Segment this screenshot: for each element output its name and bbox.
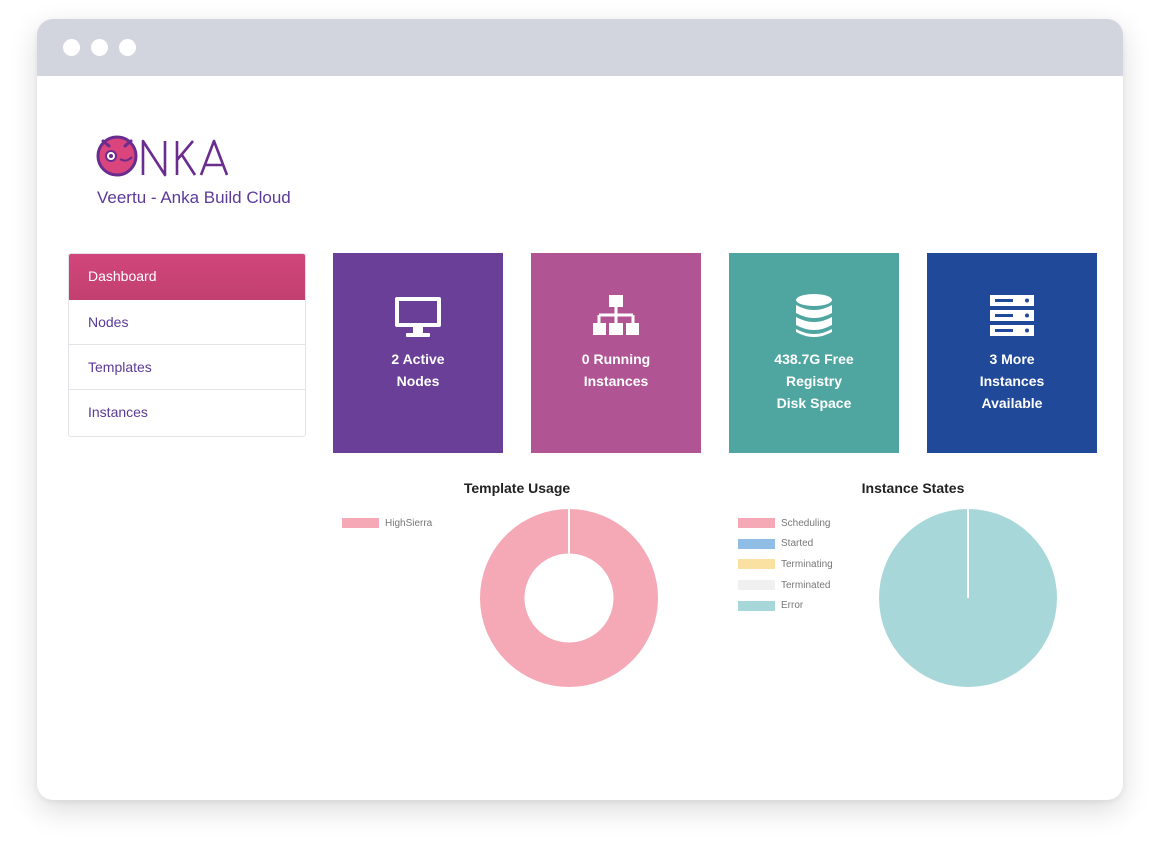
monitor-icon (395, 297, 441, 337)
instance-states-pie-chart[interactable] (878, 507, 1068, 697)
window-dot-icon[interactable] (63, 39, 80, 56)
server-icon (990, 295, 1034, 336)
app-subtitle: Veertu - Anka Build Cloud (97, 188, 291, 207)
browser-window: Veertu - Anka Build Cloud Dashboard Node… (37, 19, 1123, 800)
logo-wordmark (141, 139, 229, 177)
legend-label: Error (781, 600, 804, 612)
registry-disk-card[interactable]: 438.7G Free Registry Disk Space (729, 253, 899, 453)
legend-item[interactable]: Error (738, 595, 833, 616)
database-icon (796, 294, 832, 337)
legend-swatch (738, 518, 775, 529)
instance-states-title: Instance States (861, 480, 965, 496)
card-label: 2 Active Nodes (391, 351, 445, 389)
legend-swatch (342, 518, 379, 529)
template-usage-doughnut-chart[interactable] (479, 507, 669, 697)
sidebar-item-templates[interactable]: Templates (69, 345, 305, 390)
available-instances-card[interactable]: 3 More Instances Available (927, 253, 1097, 453)
active-nodes-card[interactable]: 2 Active Nodes (333, 253, 503, 453)
sidebar-item-dashboard[interactable]: Dashboard (69, 254, 305, 300)
legend-item[interactable]: Terminated (738, 575, 833, 596)
running-instances-card[interactable]: 0 Running Instances (531, 253, 701, 453)
logo-mascot-icon (96, 135, 138, 177)
legend-swatch (738, 559, 775, 570)
legend-item[interactable]: Terminating (738, 554, 833, 575)
card-label: 3 More Instances Available (979, 351, 1045, 411)
hierarchy-icon (593, 295, 639, 335)
sidebar-item-instances[interactable]: Instances (69, 390, 305, 436)
template-usage-title: Template Usage (463, 480, 571, 496)
legend-item[interactable]: HighSierra (342, 513, 432, 534)
legend-swatch (738, 580, 775, 591)
legend-label: Terminated (781, 579, 831, 591)
legend-label: Terminating (781, 558, 833, 570)
legend-item[interactable]: Scheduling (738, 513, 833, 534)
instance-states-legend: Scheduling Started Terminating Terminated Er… (738, 513, 833, 616)
sidebar-item-nodes[interactable]: Nodes (69, 300, 305, 345)
legend-swatch (738, 600, 775, 611)
card-label: 0 Running Instances (581, 351, 651, 389)
window-dot-icon[interactable] (119, 39, 136, 56)
window-dot-icon[interactable] (91, 39, 108, 56)
anka-logo (96, 135, 229, 177)
window-titlebar (37, 19, 1123, 76)
legend-item[interactable]: Started (738, 534, 833, 555)
legend-label: Scheduling (781, 517, 831, 529)
sidebar-nav: Dashboard Nodes Templates Instances (68, 253, 306, 437)
card-label: 438.7G Free Registry Disk Space (774, 351, 854, 411)
legend-label: Started (781, 538, 814, 550)
legend-swatch (738, 538, 775, 549)
template-usage-legend: HighSierra (342, 513, 432, 534)
legend-label: HighSierra (385, 517, 433, 529)
